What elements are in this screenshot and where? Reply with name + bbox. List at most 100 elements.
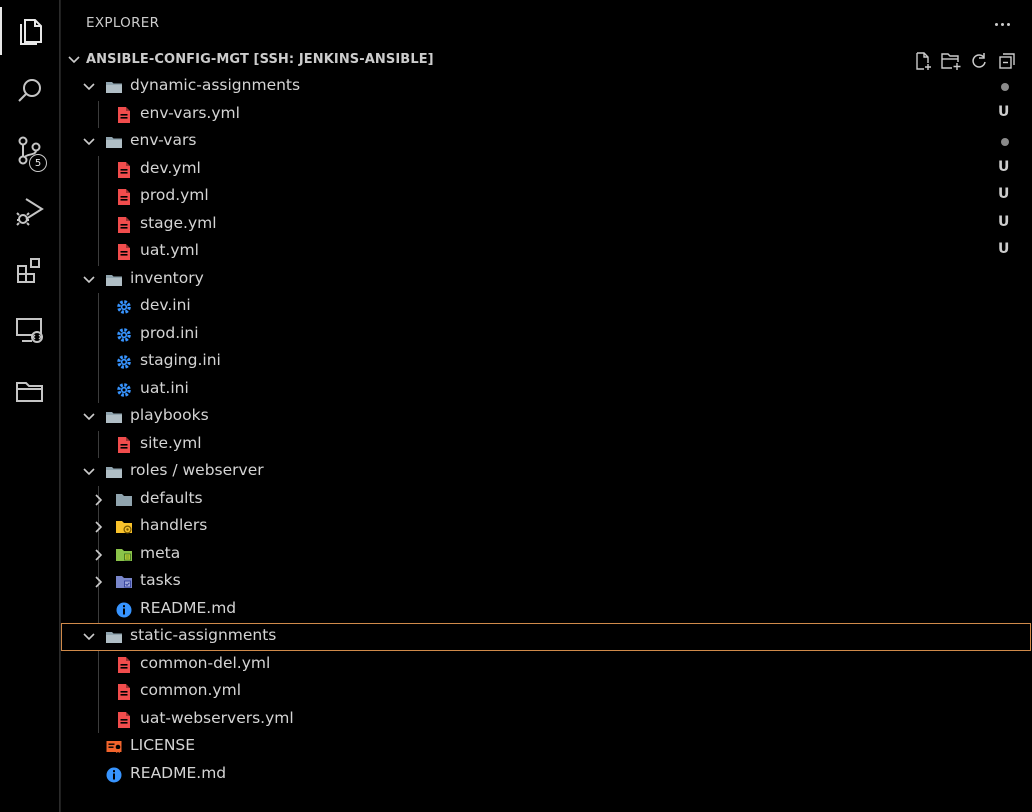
- indent-guide: [98, 183, 99, 211]
- license-file-icon: [105, 738, 123, 756]
- section-actions: [909, 51, 1021, 71]
- run-debug-icon[interactable]: [0, 187, 59, 235]
- chevron-right-icon[interactable]: [92, 520, 106, 534]
- folder-open-icon: [105, 78, 123, 96]
- chevron-down-icon[interactable]: [82, 80, 96, 94]
- tree-file[interactable]: uat-webservers.yml: [61, 705, 1031, 733]
- tree-item-label: static-assignments: [130, 626, 277, 644]
- yaml-file-icon: [115, 711, 133, 729]
- tree-item-label: dev.yml: [140, 158, 201, 177]
- tree-file[interactable]: site.yml: [61, 430, 1031, 458]
- tree-item-label: uat-webservers.yml: [140, 708, 294, 727]
- tree-file[interactable]: env-vars.yml U: [61, 100, 1031, 128]
- git-status-badge: U: [998, 103, 1010, 120]
- tree-folder[interactable]: inventory: [61, 266, 1031, 294]
- yaml-file-icon: [115, 188, 133, 206]
- tree-file[interactable]: common-del.yml: [61, 650, 1031, 678]
- yaml-file-icon: [115, 683, 133, 701]
- tree-item-label: README.md: [130, 763, 227, 782]
- remote-explorer-icon[interactable]: [0, 307, 59, 355]
- git-status-badge: U: [998, 241, 1010, 257]
- new-folder-icon[interactable]: [937, 51, 965, 71]
- indent-guide: [98, 293, 99, 321]
- tree-file[interactable]: staging.ini: [61, 348, 1031, 376]
- refresh-icon[interactable]: [965, 51, 993, 71]
- info-file-icon: [115, 601, 133, 619]
- folder-handlers-icon: [115, 518, 133, 536]
- tree-folder[interactable]: roles / webserver: [61, 458, 1031, 486]
- tree-folder[interactable]: meta: [61, 540, 1031, 568]
- activity-bar: 5: [0, 0, 60, 812]
- modified-dot-icon: [1001, 83, 1009, 91]
- tree-file[interactable]: README.md: [61, 595, 1031, 623]
- tree-item-label: common.yml: [140, 681, 242, 699]
- indent-guide: [98, 100, 99, 128]
- tree-folder[interactable]: static-assignments: [61, 623, 1031, 651]
- chevron-down-icon[interactable]: [82, 273, 96, 287]
- extensions-icon[interactable]: [0, 247, 59, 295]
- tree-item-label: roles / webserver: [130, 461, 264, 479]
- source-control-icon[interactable]: 5: [0, 127, 59, 175]
- settings-file-icon: [115, 353, 133, 371]
- folder-tasks-icon: [115, 573, 133, 591]
- chevron-down-icon: [68, 56, 80, 64]
- tree-item-label: README.md: [140, 598, 237, 617]
- chevron-down-icon[interactable]: [82, 465, 96, 479]
- yaml-file-icon: [115, 243, 133, 261]
- info-file-icon: [105, 766, 123, 784]
- tree-item-label: env-vars: [130, 131, 197, 149]
- workspace-section-header[interactable]: ANSIBLE-CONFIG-MGT [SSH: JENKINS-ANSIBLE…: [61, 46, 1031, 74]
- tree-file[interactable]: prod.ini: [61, 320, 1031, 348]
- tree-file[interactable]: LICENSE: [61, 733, 1031, 761]
- tree-item-label: prod.ini: [140, 323, 199, 342]
- tree-file[interactable]: uat.ini: [61, 375, 1031, 403]
- workspace-title: ANSIBLE-CONFIG-MGT [SSH: JENKINS-ANSIBLE…: [86, 52, 434, 67]
- collapse-all-icon[interactable]: [993, 51, 1021, 71]
- tree-item-label: inventory: [130, 268, 204, 287]
- tree-file[interactable]: dev.yml U: [61, 155, 1031, 183]
- tree-file[interactable]: common.yml: [61, 678, 1031, 706]
- tree-item-label: dev.ini: [140, 296, 191, 314]
- tree-file[interactable]: prod.yml U: [61, 183, 1031, 211]
- tree-folder[interactable]: playbooks: [61, 403, 1031, 431]
- tree-file[interactable]: README.md: [61, 761, 1031, 789]
- file-tree: dynamic-assignments env-vars.yml U env-vars…: [61, 73, 1031, 788]
- tree-folder[interactable]: dynamic-assignments: [61, 73, 1031, 101]
- indent-guide: [98, 650, 99, 678]
- search-icon[interactable]: [0, 67, 59, 115]
- indent-guide: [98, 238, 99, 266]
- yaml-file-icon: [115, 436, 133, 454]
- tree-folder[interactable]: defaults: [61, 485, 1031, 513]
- folder-open-icon: [105, 271, 123, 289]
- tree-folder[interactable]: tasks: [61, 568, 1031, 596]
- tree-folder[interactable]: env-vars: [61, 128, 1031, 156]
- tree-file[interactable]: dev.ini: [61, 293, 1031, 321]
- chevron-down-icon[interactable]: [82, 630, 96, 644]
- panel-title: EXPLORER: [86, 15, 160, 31]
- tree-file[interactable]: stage.yml U: [61, 210, 1031, 238]
- chevron-right-icon[interactable]: [92, 493, 106, 507]
- chevron-down-icon[interactable]: [82, 410, 96, 424]
- folder-icon[interactable]: [0, 367, 59, 415]
- yaml-file-icon: [115, 656, 133, 674]
- more-actions-icon[interactable]: [991, 14, 1013, 34]
- indent-guide: [98, 678, 99, 706]
- settings-file-icon: [115, 381, 133, 399]
- yaml-file-icon: [115, 106, 133, 124]
- tree-file[interactable]: uat.yml U: [61, 238, 1031, 266]
- chevron-right-icon[interactable]: [92, 548, 106, 562]
- tree-item-label: prod.yml: [140, 186, 209, 204]
- chevron-down-icon[interactable]: [82, 135, 96, 149]
- tree-item-label: playbooks: [130, 406, 209, 424]
- git-status-badge: U: [998, 158, 1010, 175]
- modified-dot-icon: [1001, 138, 1009, 146]
- tree-folder[interactable]: handlers: [61, 513, 1031, 541]
- git-status-badge: U: [998, 213, 1010, 230]
- new-file-icon[interactable]: [909, 51, 937, 71]
- tree-item-label: uat.yml: [140, 241, 199, 259]
- explorer-sidebar: EXPLORER ANSIBLE-CONFIG-MGT [SSH: JENKIN…: [60, 0, 1031, 812]
- explorer-icon[interactable]: [0, 7, 61, 55]
- chevron-right-icon[interactable]: [92, 575, 106, 589]
- settings-file-icon: [115, 326, 133, 344]
- tree-item-label: defaults: [140, 488, 203, 507]
